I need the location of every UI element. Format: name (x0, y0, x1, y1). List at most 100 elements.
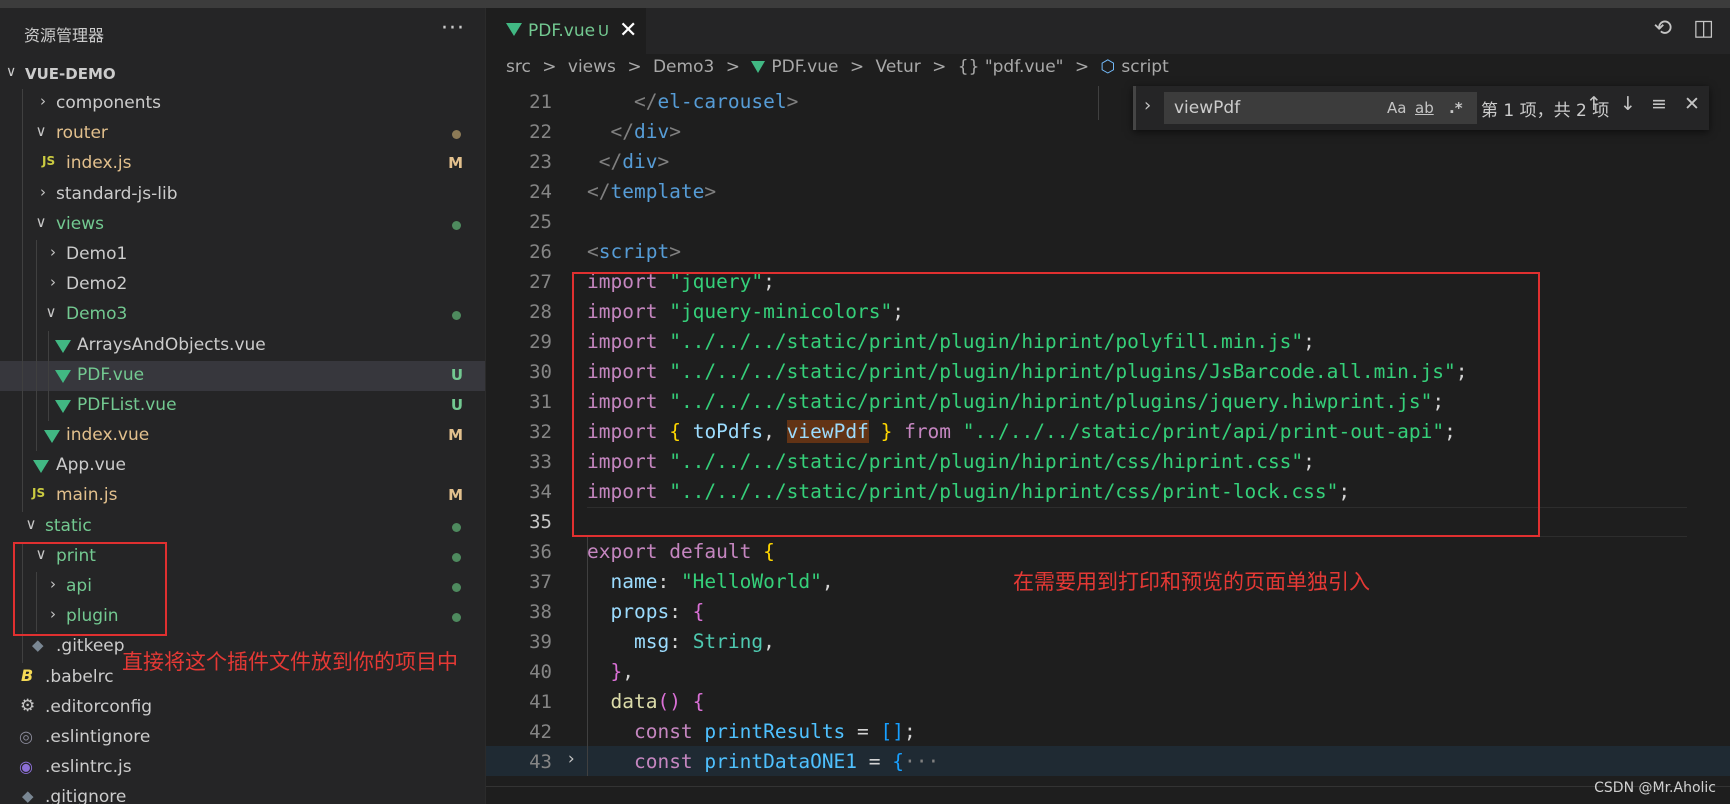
breadcrumb-item[interactable]: {} "pdf.vue" (958, 57, 1064, 77)
tree-item-eslintignore[interactable]: ◎ .eslintignore (0, 723, 485, 753)
tree-item-app-vue[interactable]: App.vue (0, 451, 485, 482)
untracked-dot (452, 220, 461, 230)
line-number: 40 (529, 661, 552, 683)
breadcrumb-item[interactable]: script (1121, 57, 1168, 77)
code-text: data() { (610, 690, 705, 713)
tree-item-router-index-js[interactable]: JS index.js M (0, 149, 485, 180)
js-file-icon: JS (32, 486, 46, 501)
close-icon[interactable]: ✕ (1684, 93, 1700, 115)
editor-tab-bar: PDF.vue U ✕ ⟲ ◫ (486, 8, 1730, 55)
tree-item-views-index-vue[interactable]: index.vue M (0, 421, 485, 452)
code-text: <script> (587, 240, 681, 263)
tab-pdf-vue[interactable]: PDF.vue U ✕ (486, 8, 646, 55)
indent-guide (22, 149, 23, 180)
tree-item-gitignore[interactable]: ◆ .gitignore (0, 783, 485, 804)
tree-item-label: main.js (56, 485, 118, 506)
tag-name: el-carousel (657, 90, 787, 113)
untracked-dot (452, 552, 461, 562)
indent-guide (36, 330, 37, 361)
timeline-icon[interactable]: ⟲ (1654, 16, 1672, 41)
tree-item-demo3[interactable]: ∨ Demo3 (0, 300, 485, 331)
indent-guide (22, 209, 23, 240)
tree-item-pdflist-vue[interactable]: PDFList.vue U (0, 390, 485, 422)
match-whole-word-icon[interactable]: ab (1415, 99, 1434, 117)
breadcrumb-item[interactable]: Vetur (876, 57, 921, 77)
match-case-icon[interactable]: Aa (1387, 99, 1406, 117)
identifier: printDataONE1 (704, 750, 858, 773)
editor-bottom-border (486, 786, 1730, 787)
indent-guide (36, 300, 37, 331)
tree-item-label: App.vue (56, 455, 126, 476)
tree-item-static[interactable]: ∨ static (0, 512, 485, 542)
close-icon[interactable]: ✕ (619, 18, 637, 43)
untracked-dot (452, 583, 461, 592)
indent-guide (22, 360, 23, 391)
tree-item-label: Demo1 (66, 243, 128, 264)
breadcrumb-item[interactable]: PDF.vue (771, 57, 838, 77)
fold-chevron-icon[interactable]: › (566, 749, 576, 769)
tree-item-arrays-and-objects-vue[interactable]: ArraysAndObjects.vue (0, 330, 485, 361)
tree-item-label: PDFList.vue (77, 394, 177, 415)
tree-item-main-js[interactable]: JS main.js M (0, 481, 485, 512)
tree-item-label: Demo3 (66, 304, 128, 325)
tree-item-eslintrc-js[interactable]: ◉ .eslintrc.js (0, 753, 485, 783)
git-status-badge: U (450, 395, 463, 414)
project-name: VUE-DEMO (25, 65, 116, 83)
toggle-replace-icon[interactable]: › (1144, 95, 1151, 116)
indent-guide (48, 360, 49, 391)
tree-item-standard-js-lib[interactable]: › standard-js-lib (0, 179, 485, 210)
breadcrumb-item[interactable]: src (506, 57, 531, 77)
git-status-badge: M (448, 486, 463, 505)
title-strip (0, 0, 1730, 8)
tree-item-label: components (56, 93, 162, 113)
tree-item-label: views (56, 213, 105, 234)
breadcrumb-item[interactable]: Demo3 (653, 57, 714, 77)
tree-item-label: standard-js-lib (56, 183, 178, 204)
tree-item-demo2[interactable]: › Demo2 (0, 270, 485, 301)
tree-item-demo1[interactable]: › Demo1 (0, 239, 485, 271)
tree-item-router[interactable]: ∨ router (0, 119, 485, 150)
find-input[interactable]: viewPdf Aa ab .* (1164, 92, 1477, 124)
line-number: 35 (529, 511, 552, 533)
find-in-selection-icon[interactable]: ≡ (1651, 93, 1667, 115)
folded-ellipsis[interactable]: ··· (904, 750, 939, 773)
tree-item-editorconfig[interactable]: ⚙ .editorconfig (0, 693, 485, 723)
tree-item-components[interactable]: › components (0, 89, 485, 120)
more-actions-icon[interactable]: ··· (441, 16, 465, 41)
line-number: 39 (529, 631, 552, 653)
code-text: </div> (598, 150, 670, 173)
find-input-value: viewPdf (1174, 98, 1241, 118)
line-number: 28 (529, 301, 552, 323)
code-text: msg: String, (633, 630, 775, 653)
tree-item-pdf-vue[interactable]: PDF.vue U (0, 360, 485, 391)
arrow-up-icon[interactable]: ↑ (1586, 93, 1602, 115)
eslint-ignore-icon: ◎ (19, 726, 33, 746)
untracked-dot (452, 613, 461, 623)
breadcrumb-separator: > (849, 57, 865, 77)
eslint-icon: ◉ (19, 757, 33, 777)
indent-guide (36, 239, 37, 271)
keyword: const (633, 720, 693, 743)
arrow-down-icon[interactable]: ↓ (1620, 93, 1636, 115)
chevron-right-icon: › (40, 92, 46, 110)
project-header[interactable]: ∨ VUE-DEMO (0, 60, 485, 90)
watermark: CSDN @Mr.Aholic (1594, 780, 1716, 796)
breadcrumb: src > views > Demo3 > PDF.vue > Vetur > … (506, 57, 1175, 83)
babel-file-icon: B (21, 665, 34, 685)
split-editor-icon[interactable]: ◫ (1693, 16, 1714, 41)
file-tree: › components ∨ router JS index.js M › st… (0, 89, 485, 804)
breadcrumb-item[interactable]: views (568, 57, 616, 77)
line-number: 29 (529, 331, 552, 353)
property-key: msg (633, 630, 670, 653)
explorer-sidebar: 资源管理器 ··· ∨ VUE-DEMO › components ∨ rout… (0, 8, 485, 804)
code-text: export default { (587, 540, 775, 563)
indent-guide (22, 89, 23, 120)
indent-guide (22, 632, 23, 663)
gear-icon: ⚙ (20, 695, 36, 716)
code-line-26: 26 <script> (486, 236, 1730, 266)
find-widget: › viewPdf Aa ab .* 第 1 项，共 2 项 ↑ ↓ ≡ ✕ (1133, 86, 1709, 130)
use-regex-icon[interactable]: .* (1449, 99, 1463, 117)
line-number: 30 (529, 361, 552, 383)
tree-item-views[interactable]: ∨ views (0, 209, 485, 240)
code-text: </el-carousel> (633, 90, 799, 113)
